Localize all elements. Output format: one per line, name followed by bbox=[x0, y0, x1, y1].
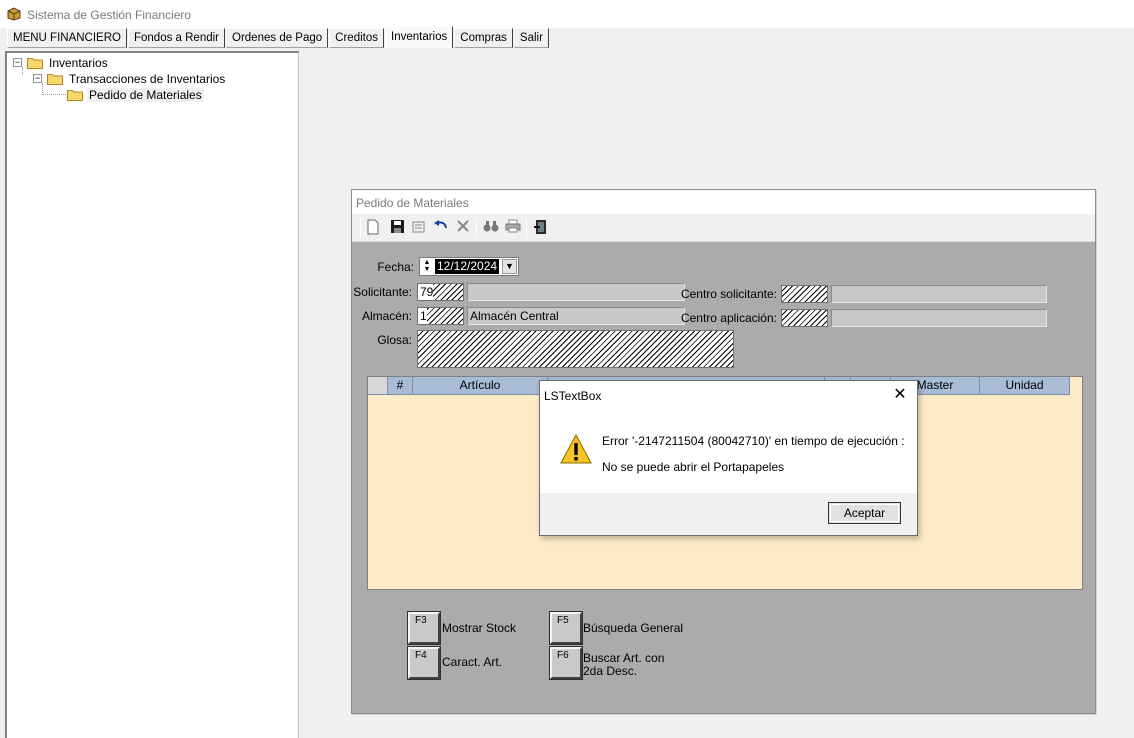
chevron-down-icon[interactable]: ▼ bbox=[502, 259, 517, 274]
fecha-label: Fecha: bbox=[377, 260, 414, 274]
new-document-icon[interactable] bbox=[364, 219, 382, 237]
aceptar-button[interactable]: Aceptar bbox=[828, 502, 901, 524]
dialog-body: Error '-2147211504 (80042710)' en tiempo… bbox=[540, 410, 917, 493]
tab-salir[interactable]: Salir bbox=[513, 28, 549, 48]
fecha-date-picker[interactable]: ▲ ▼ 12/12/2024 ▼ bbox=[419, 257, 519, 276]
centro-solicitante-code-field[interactable] bbox=[781, 285, 828, 303]
centro-aplicacion-code-field[interactable] bbox=[781, 309, 828, 327]
toolbar-separator bbox=[360, 218, 361, 238]
solicitante-code-field[interactable]: 79 bbox=[417, 283, 464, 301]
undo-icon[interactable] bbox=[432, 219, 450, 237]
module-tabs: MENU FINANCIERO Fondos a Rendir Ordenes … bbox=[7, 26, 550, 48]
grid-header-unidad[interactable]: Unidad bbox=[980, 377, 1070, 395]
f6-key-label: Buscar Art. con 2da Desc. bbox=[583, 651, 665, 678]
tab-menu-financiero[interactable]: MENU FINANCIERO bbox=[7, 28, 127, 48]
navigation-tree: − Inventarios − Transacciones de Inventa… bbox=[5, 51, 299, 738]
f6-key-button[interactable]: F6 bbox=[549, 646, 583, 680]
almacen-label: Almacén: bbox=[361, 309, 412, 323]
grid-header-articulo[interactable]: Artículo bbox=[413, 377, 548, 395]
centro-aplicacion-name-field bbox=[831, 309, 1047, 327]
centro-solicitante-label: Centro solicitante: bbox=[680, 287, 777, 301]
fecha-value[interactable]: 12/12/2024 bbox=[435, 259, 500, 274]
almacen-code-field[interactable]: 1 bbox=[417, 307, 464, 325]
almacen-name-field: Almacén Central bbox=[467, 307, 685, 325]
almacen-code-value: 1 bbox=[418, 308, 427, 324]
print-icon[interactable] bbox=[504, 219, 522, 237]
dialog-detail-message: No se puede abrir el Portapapeles bbox=[602, 460, 785, 474]
solicitante-label: Solicitante: bbox=[353, 285, 412, 299]
dialog-title-bar: LSTextBox ✕ bbox=[540, 381, 917, 410]
glosa-field[interactable] bbox=[417, 330, 734, 368]
toolbar-separator bbox=[476, 218, 477, 238]
tree-collapse-icon[interactable]: − bbox=[33, 74, 42, 83]
tab-ordenes-de-pago[interactable]: Ordenes de Pago bbox=[226, 28, 329, 48]
f3-key-button[interactable]: F3 bbox=[407, 611, 441, 645]
solicitante-code-value: 79 bbox=[418, 284, 434, 300]
close-icon[interactable]: ✕ bbox=[889, 385, 911, 405]
tab-creditos[interactable]: Creditos bbox=[329, 28, 384, 48]
tab-inventarios[interactable]: Inventarios bbox=[385, 26, 454, 48]
tab-fondos-a-rendir[interactable]: Fondos a Rendir bbox=[127, 28, 226, 48]
centro-solicitante-name-field bbox=[831, 285, 1047, 303]
toolbar-separator bbox=[526, 218, 527, 238]
exit-door-icon[interactable] bbox=[532, 219, 550, 237]
tree-collapse-icon[interactable]: − bbox=[13, 58, 22, 67]
glosa-label: Glosa: bbox=[377, 333, 412, 347]
delete-icon[interactable] bbox=[454, 219, 472, 237]
folder-icon bbox=[67, 90, 83, 101]
solicitante-name-field bbox=[467, 283, 685, 301]
dialog-error-message: Error '-2147211504 (80042710)' en tiempo… bbox=[602, 434, 905, 448]
dialog-title: LSTextBox bbox=[544, 389, 602, 403]
edit-icon[interactable] bbox=[410, 219, 428, 237]
f3-key-label: Mostrar Stock bbox=[442, 621, 517, 635]
tree-node-inventarios[interactable]: Inventarios bbox=[49, 55, 108, 71]
tree-line bbox=[22, 67, 23, 75]
grid-header-number[interactable]: # bbox=[388, 377, 413, 395]
toolbar bbox=[352, 214, 1095, 242]
app-title-bar: Sistema de Gestión Financiero bbox=[0, 0, 1134, 28]
folder-icon bbox=[47, 74, 63, 85]
spin-updown-icon[interactable]: ▲ ▼ bbox=[421, 259, 433, 274]
tree-node-pedido-materiales[interactable]: Pedido de Materiales bbox=[87, 87, 204, 103]
f4-key-label: Caract. Art. bbox=[442, 655, 503, 669]
f5-key-label: Búsqueda General bbox=[583, 621, 684, 635]
window-title-bar: Pedido de Materiales bbox=[352, 190, 1095, 214]
app-title: Sistema de Gestión Financiero bbox=[27, 8, 192, 22]
window-title: Pedido de Materiales bbox=[356, 196, 469, 210]
error-dialog: LSTextBox ✕ Error '-2147211504 (80042710… bbox=[539, 380, 918, 536]
binoculars-icon[interactable] bbox=[482, 219, 500, 237]
app-box-icon bbox=[7, 7, 21, 21]
f5-key-button[interactable]: F5 bbox=[549, 611, 583, 645]
tab-compras[interactable]: Compras bbox=[454, 28, 513, 48]
grid-corner bbox=[368, 377, 388, 395]
centro-aplicacion-label: Centro aplicación: bbox=[680, 311, 777, 325]
save-icon[interactable] bbox=[388, 219, 406, 237]
f4-key-button[interactable]: F4 bbox=[407, 646, 441, 680]
tree-node-transacciones[interactable]: Transacciones de Inventarios bbox=[69, 71, 225, 87]
tree-node-label: Pedido de Materiales bbox=[87, 88, 204, 102]
folder-icon bbox=[27, 58, 43, 69]
warning-icon bbox=[560, 434, 592, 464]
tree-line bbox=[42, 94, 66, 95]
